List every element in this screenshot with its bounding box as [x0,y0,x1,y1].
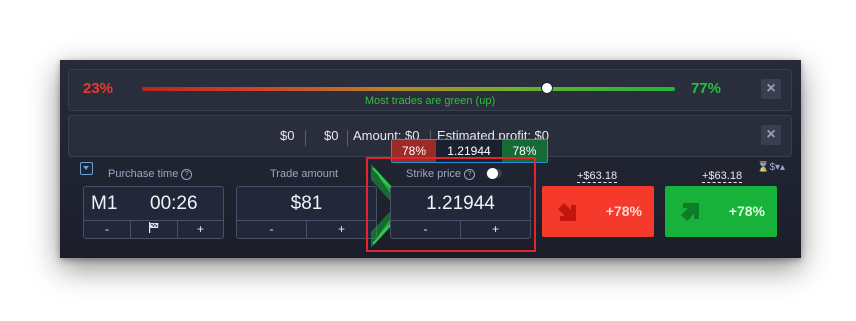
increase-time-button[interactable]: + [178,221,223,238]
sell-button-label: +78% [605,203,642,219]
help-icon[interactable]: ? [181,168,193,180]
strike-highlight [366,157,536,252]
sell-payout: +$63.18 [577,170,618,183]
sentiment-caption: Most trades are green (up) [364,95,496,107]
close-summary-button[interactable]: × [761,125,781,145]
collapse-toggle-icon[interactable] [80,162,93,175]
sentiment-indicator [542,83,552,93]
decrease-amount-button[interactable]: - [237,221,306,238]
buy-payout: +$63.18 [702,170,743,183]
decrease-time-button[interactable]: - [84,221,130,238]
purchase-time-box[interactable]: M1 00:26 - + [83,186,224,239]
trade-amount-value[interactable]: $81 [237,187,376,220]
buy-button[interactable]: +78% [665,186,777,237]
buy-sentiment-percent: 77% [690,80,721,97]
purchase-time-controls: - + [84,220,223,238]
summary-value-2: $0 [324,128,339,143]
timeframe-value[interactable]: M1 [91,187,117,220]
trade-amount-controls: - + [237,220,376,238]
currency-switch[interactable]: ⌛$▾▴ [757,162,785,173]
expiry-time-value[interactable]: 00:26 [150,187,198,220]
arrow-down-right-icon [558,203,576,221]
divider [347,130,348,146]
trade-amount-box[interactable]: $81 - + [236,186,377,239]
summary-value-1: $0 [280,128,295,143]
buy-button-label: +78% [728,203,765,219]
trade-amount-label: Trade amount [270,168,339,180]
flag-icon[interactable] [131,221,177,238]
arrow-up-right-icon [681,203,699,221]
close-sentiment-button[interactable]: × [761,79,781,99]
sentiment-bar: 23% Most trades are green (up) 77% × [68,69,792,111]
sentiment-gradient [142,87,675,91]
divider [305,130,306,146]
sell-button[interactable]: +78% [542,186,654,237]
purchase-time-label: Purchase time ? [108,168,193,180]
